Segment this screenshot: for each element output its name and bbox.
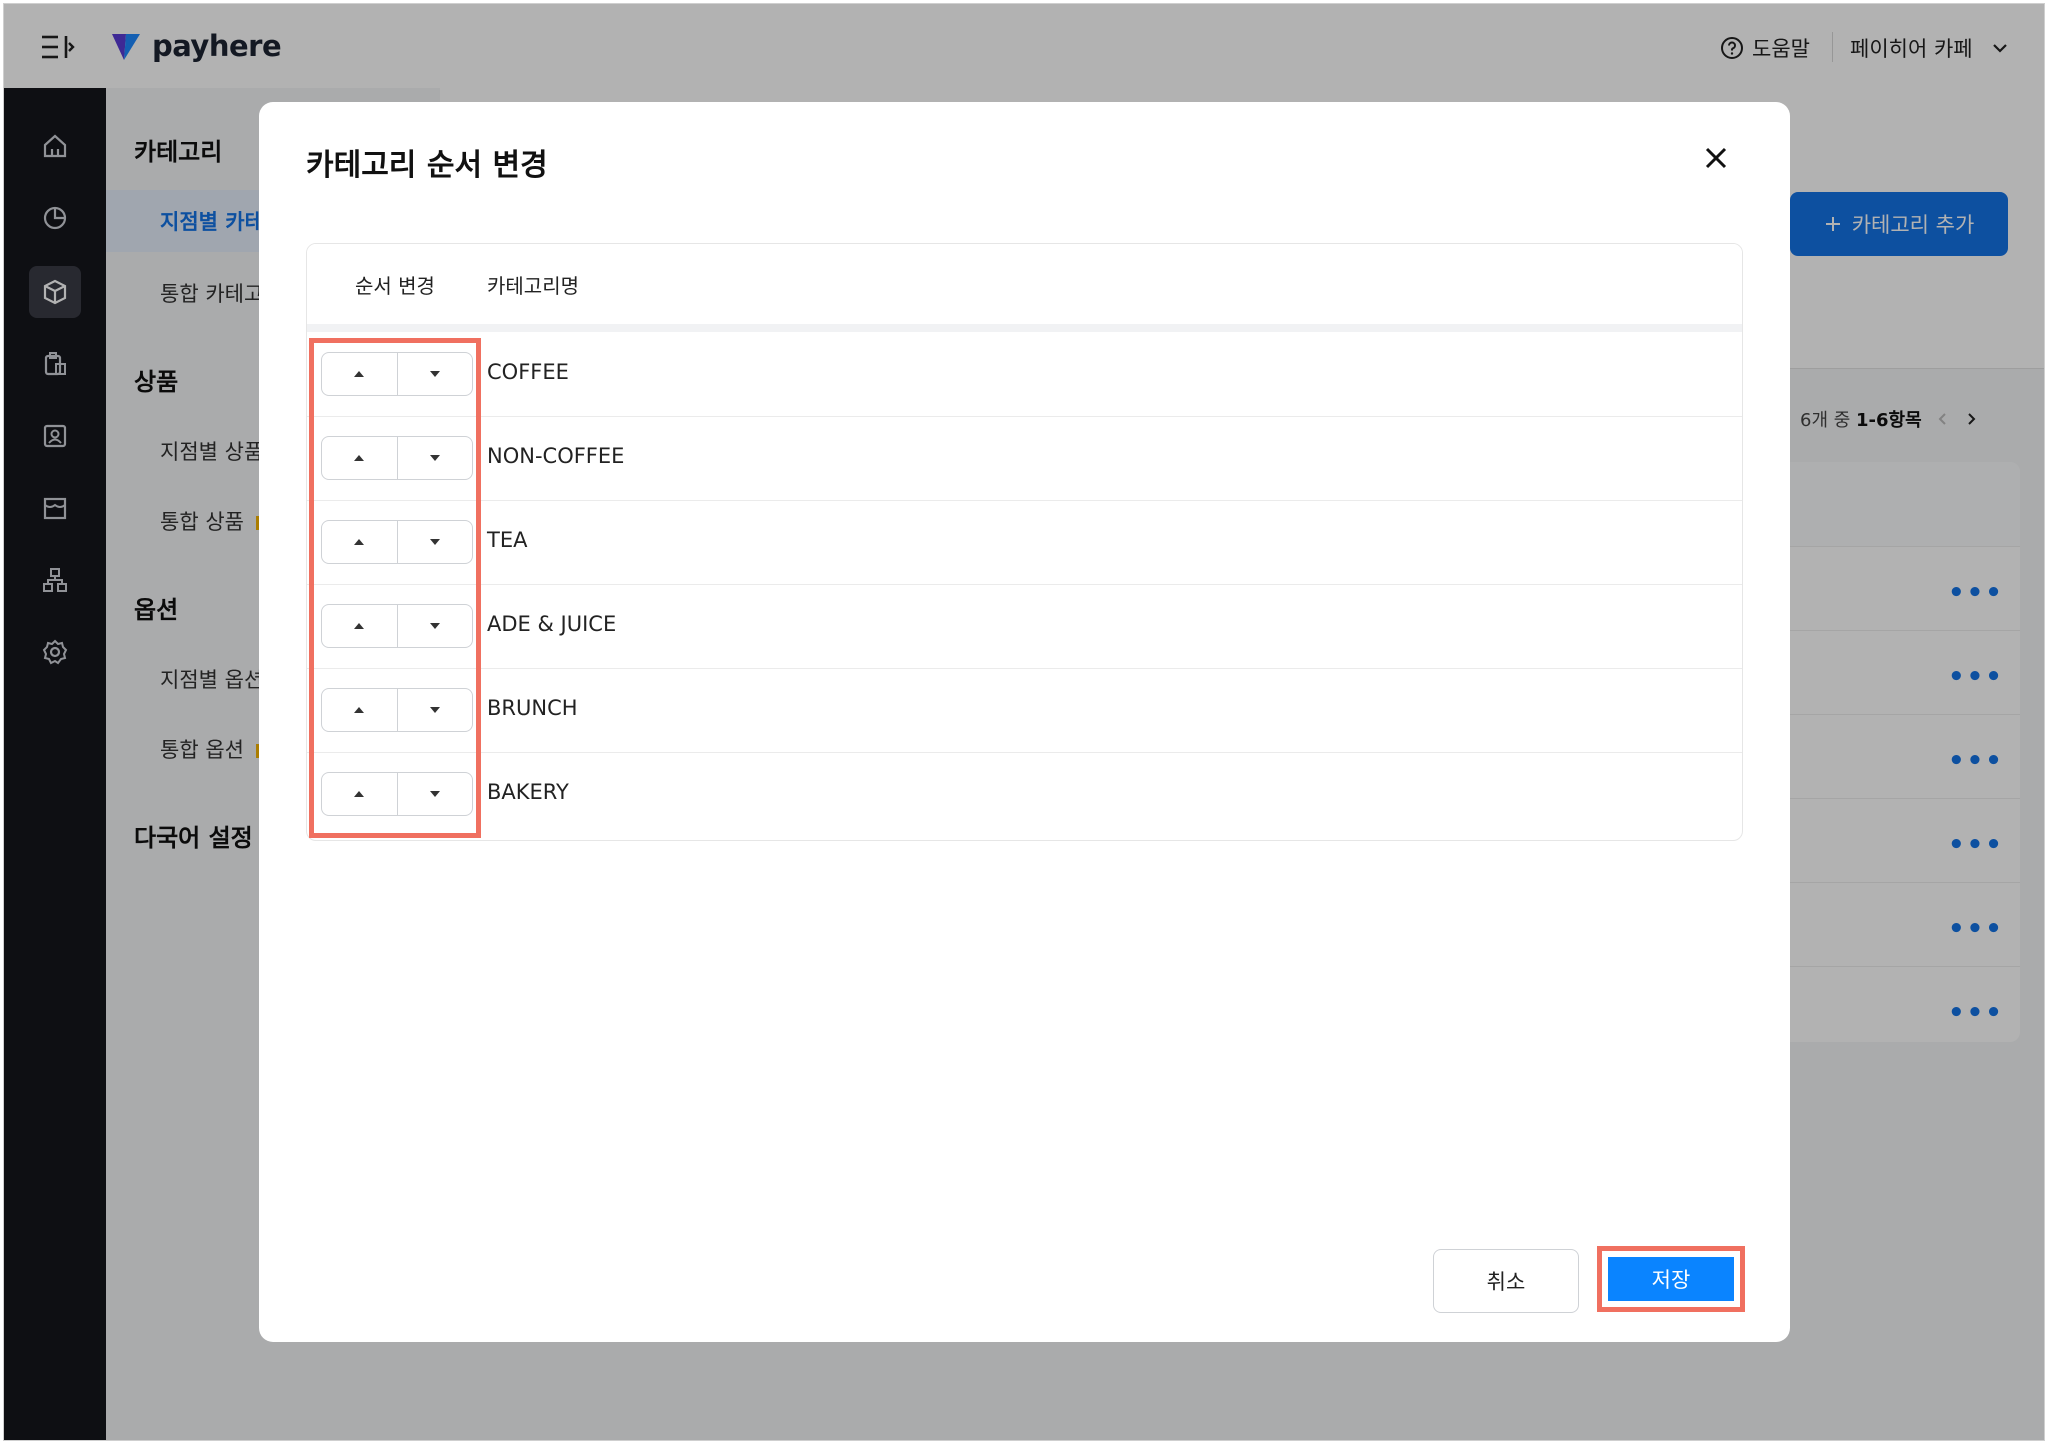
reorder-category-modal: 카테고리 순서 변경 순서 변경 카테고리명 COFFEE NON-COFFEE… (259, 102, 1790, 1342)
column-header-category-name: 카테고리명 (487, 274, 579, 298)
column-header-order: 순서 변경 (355, 274, 435, 298)
reorder-table: 순서 변경 카테고리명 COFFEE NON-COFFEE TEA ADE & … (306, 243, 1743, 841)
move-down-button[interactable] (396, 773, 473, 815)
move-down-button[interactable] (396, 689, 473, 731)
caret-up-icon (354, 539, 365, 545)
caret-down-icon (429, 707, 440, 713)
move-up-button[interactable] (322, 353, 397, 395)
category-name: BRUNCH (487, 696, 578, 720)
caret-down-icon (429, 791, 440, 797)
order-stepper (321, 520, 473, 564)
move-down-button[interactable] (396, 605, 473, 647)
category-name: ADE & JUICE (487, 612, 617, 636)
modal-title: 카테고리 순서 변경 (306, 148, 548, 183)
table-row: BRUNCH (307, 668, 1742, 753)
table-row: BAKERY (307, 752, 1742, 836)
cancel-button[interactable]: 취소 (1433, 1249, 1579, 1313)
move-up-button[interactable] (322, 773, 397, 815)
close-button[interactable] (1694, 136, 1738, 180)
move-up-button[interactable] (322, 689, 397, 731)
move-up-button[interactable] (322, 521, 397, 563)
order-stepper (321, 352, 473, 396)
caret-up-icon (354, 791, 365, 797)
category-name: NON-COFFEE (487, 444, 625, 468)
table-header: 순서 변경 카테고리명 (307, 244, 1742, 332)
category-name: COFFEE (487, 360, 569, 384)
table-row: COFFEE (307, 332, 1742, 417)
caret-up-icon (354, 707, 365, 713)
table-row: TEA (307, 500, 1742, 585)
table-row: ADE & JUICE (307, 584, 1742, 669)
order-stepper (321, 436, 473, 480)
order-stepper (321, 688, 473, 732)
category-name: TEA (487, 528, 528, 552)
caret-down-icon (429, 455, 440, 461)
order-stepper (321, 772, 473, 816)
move-down-button[interactable] (396, 353, 473, 395)
caret-up-icon (354, 623, 365, 629)
caret-up-icon (354, 371, 365, 377)
move-down-button[interactable] (396, 437, 473, 479)
caret-down-icon (429, 623, 440, 629)
caret-up-icon (354, 455, 365, 461)
table-row: NON-COFFEE (307, 416, 1742, 501)
move-up-button[interactable] (322, 605, 397, 647)
close-icon (1705, 147, 1727, 169)
category-name: BAKERY (487, 780, 569, 804)
move-down-button[interactable] (396, 521, 473, 563)
app-window: payhere 도움말 페이히어 카페 카테고리 지점별 카테 통합 카테고 상… (3, 3, 2045, 1441)
order-stepper (321, 604, 473, 648)
save-highlight-box: 저장 (1597, 1246, 1745, 1312)
caret-down-icon (429, 539, 440, 545)
save-button[interactable]: 저장 (1608, 1257, 1734, 1301)
move-up-button[interactable] (322, 437, 397, 479)
caret-down-icon (429, 371, 440, 377)
